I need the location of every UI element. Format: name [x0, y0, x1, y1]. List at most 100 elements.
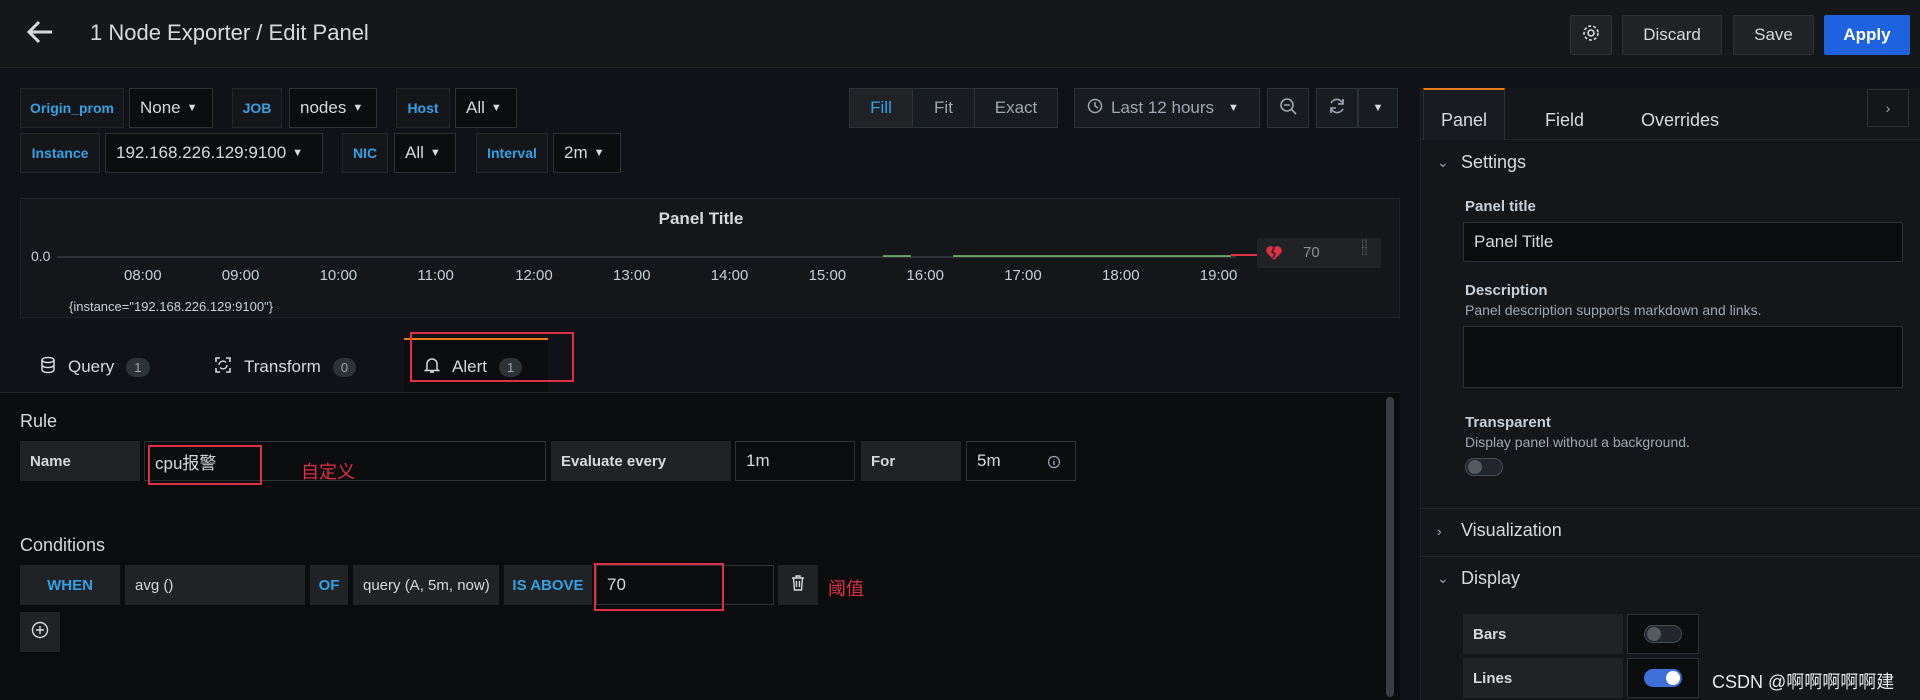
zoom-out-icon [1279, 97, 1297, 120]
variable-value: nodes [300, 98, 347, 117]
tab-overrides[interactable]: Overrides [1641, 102, 1719, 138]
collapse-pane-button[interactable]: › [1867, 89, 1909, 127]
add-condition-button[interactable] [20, 612, 60, 652]
for-label: For [861, 441, 961, 481]
x-axis-tick: 09:00 [221, 267, 260, 284]
page-title: 1 Node Exporter / Edit Panel [90, 20, 369, 45]
variable-select-host[interactable]: All ▼ [455, 88, 517, 128]
tab-count-badge: 1 [126, 357, 150, 377]
chevron-right-icon: › [1885, 100, 1891, 116]
group-title: Settings [1461, 152, 1527, 172]
for-input[interactable]: 5m [966, 441, 1076, 481]
tab-label: Transform [244, 357, 321, 376]
x-axis-tick: 12:00 [515, 267, 553, 284]
plus-circle-icon [31, 621, 49, 644]
chevron-right-icon: › [1437, 522, 1442, 539]
condition-of-label: OF [310, 565, 348, 605]
chevron-down-icon: ▼ [186, 102, 198, 114]
threshold-handle[interactable]: 70 ⁞⁞ ⁞⁞ [1257, 238, 1381, 268]
variable-select-interval[interactable]: 2m ▼ [553, 133, 621, 173]
info-icon[interactable] [1047, 454, 1061, 474]
fill-button[interactable]: Fill [849, 88, 913, 128]
exact-button[interactable]: Exact [974, 88, 1058, 128]
zoom-out-button[interactable] [1267, 88, 1309, 128]
drag-handle-icon: ⁞⁞ ⁞⁞ [1361, 237, 1368, 258]
rule-name-label: Name [20, 441, 140, 481]
x-axis-tick: 19:00 [1199, 267, 1238, 284]
variable-select-job[interactable]: nodes ▼ [289, 88, 377, 128]
database-icon [40, 356, 56, 379]
x-axis-tick: 11:00 [417, 267, 454, 284]
variable-label-interval: Interval [476, 133, 548, 173]
options-pane: Panel Field Overrides › ⌄ Settings Panel… [1420, 88, 1920, 700]
watermark: CSDN @啊啊啊啊啊建 [1712, 672, 1895, 692]
variable-label-host: Host [396, 88, 450, 128]
save-button[interactable]: Save [1733, 15, 1814, 55]
refresh-button[interactable] [1316, 88, 1358, 128]
evaluate-every-input[interactable]: 1m [735, 441, 855, 481]
toggle-knob [1666, 671, 1680, 685]
editor-scrollbar[interactable] [1386, 397, 1394, 697]
settings-button[interactable] [1570, 15, 1612, 55]
back-arrow-icon[interactable] [26, 18, 58, 50]
fit-button[interactable]: Fit [912, 88, 975, 128]
x-axis-tick: 17:00 [1004, 267, 1042, 284]
variable-select-origin-prom[interactable]: None ▼ [129, 88, 213, 128]
bars-toggle[interactable] [1644, 625, 1682, 643]
chevron-down-icon: ▼ [1372, 102, 1384, 114]
tab-count-badge: 0 [332, 357, 357, 377]
description-label: Description [1465, 282, 1548, 299]
lines-toggle-wrap [1627, 658, 1699, 698]
variable-value: All [466, 98, 485, 117]
delete-condition-button[interactable] [778, 565, 818, 605]
x-axis-tick: 16:00 [906, 267, 944, 284]
x-axis-tick: 14:00 [710, 267, 749, 284]
variable-value: All [405, 143, 424, 162]
condition-reducer-select[interactable]: avg () [125, 565, 305, 605]
chevron-down-icon: ▼ [292, 147, 304, 159]
panel-preview: Panel Title 0.0 08:00 09:00 10:00 11:00 12:0… [20, 198, 1400, 318]
condition-when-label: WHEN [20, 565, 120, 605]
apply-button[interactable]: Apply [1824, 15, 1910, 55]
gear-icon [1582, 24, 1600, 47]
scrollbar-thumb[interactable] [1386, 397, 1394, 697]
condition-query-select[interactable]: query (A, 5m, now) [353, 565, 499, 605]
tab-query[interactable]: Query 1 [40, 350, 150, 384]
toggle-knob [1468, 460, 1482, 474]
chevron-down-icon: ▼ [1228, 102, 1239, 114]
panel-title-input[interactable]: Panel Title [1463, 222, 1903, 262]
bars-label: Bars [1463, 614, 1623, 654]
variable-value: 192.168.226.129:9100 [116, 143, 287, 162]
variable-select-nic[interactable]: All ▼ [394, 133, 456, 173]
tab-panel[interactable]: Panel [1441, 102, 1487, 138]
x-axis-tick: 18:00 [1102, 267, 1140, 284]
tab-label: Query [68, 357, 115, 376]
tab-transform[interactable]: Transform 0 [214, 350, 357, 384]
refresh-interval-dropdown[interactable]: ▼ [1358, 88, 1398, 128]
transparent-label: Transparent [1465, 414, 1551, 431]
discard-button[interactable]: Discard [1622, 15, 1722, 55]
description-textarea[interactable] [1463, 326, 1903, 388]
toggle-knob [1647, 627, 1661, 641]
annotation-box-threshold [594, 563, 724, 611]
chevron-down-icon: ⌄ [1437, 570, 1449, 586]
annotation-note-threshold: 阈值 [828, 579, 864, 599]
visualization-group-header[interactable]: › Visualization [1437, 520, 1562, 541]
conditions-section-title: Conditions [20, 535, 106, 555]
clock-icon [1087, 98, 1103, 119]
rule-section-title: Rule [20, 411, 58, 431]
legend-item[interactable]: {instance="192.168.226.129:9100"} [69, 299, 273, 314]
trash-icon [790, 574, 806, 597]
tab-field[interactable]: Field [1545, 102, 1584, 138]
broken-heart-icon [1265, 244, 1283, 267]
x-axis-tick: 15:00 [808, 267, 847, 284]
settings-group-header[interactable]: ⌄ Settings [1437, 152, 1526, 173]
display-group-header[interactable]: ⌄ Display [1437, 568, 1520, 589]
transparent-toggle[interactable] [1465, 458, 1503, 476]
time-range-picker[interactable]: Last 12 hours ▼ [1074, 88, 1260, 128]
variable-select-instance[interactable]: 192.168.226.129:9100 ▼ [105, 133, 323, 173]
condition-evaluator-select[interactable]: IS ABOVE [504, 565, 592, 605]
lines-toggle[interactable] [1644, 669, 1682, 687]
for-value: 5m [977, 451, 1001, 470]
group-title: Display [1461, 568, 1521, 588]
